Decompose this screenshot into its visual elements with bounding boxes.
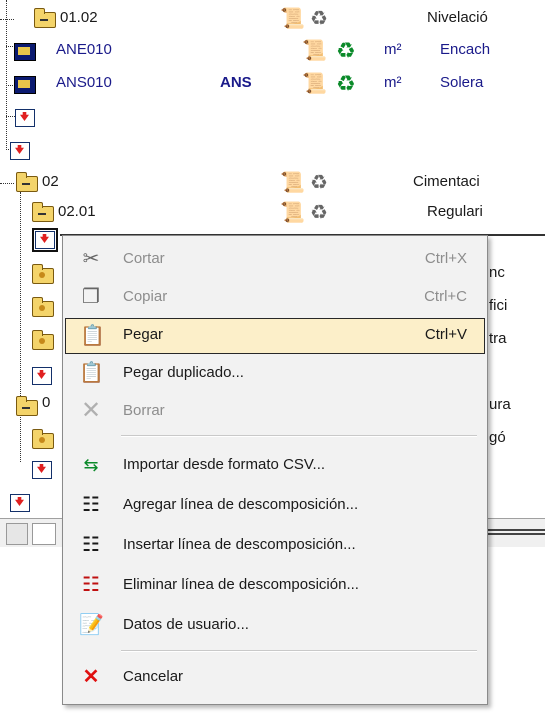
menu-separator: [121, 650, 477, 652]
folder-icon: [16, 396, 38, 416]
menu-item-label: Borrar: [123, 402, 165, 419]
new-item-icon: [15, 109, 35, 127]
tree-row[interactable]: 02 📜 ♻ Cimentaci: [0, 170, 545, 196]
tree-row[interactable]: ANE010 📜 ♻ m² Encach: [0, 38, 545, 64]
menu-item-label: Pegar duplicado...: [123, 364, 244, 381]
folder-icon: [32, 297, 54, 317]
row-description: Regulari: [427, 203, 483, 220]
menu-item-label: Cancelar: [123, 668, 184, 685]
scroll-icon: 📜: [280, 172, 305, 194]
menu-item-cancelar[interactable]: ✕ Cancelar: [65, 660, 485, 696]
tree-row[interactable]: 02.01 📜 ♻ Regulari: [0, 200, 545, 226]
splitter-handle[interactable]: [480, 529, 545, 535]
row-code: ANE010: [56, 41, 112, 58]
menu-item-label: Pegar: [123, 326, 164, 343]
row-code: 02: [42, 173, 59, 190]
tree-row[interactable]: ANS010 ANS 📜 ♻ m² Solera: [0, 71, 545, 97]
remove-line-icon: ☷: [82, 574, 100, 596]
paste-icon: 📋: [80, 325, 105, 347]
row-unit: m²: [384, 74, 402, 91]
scroll-icon: 📜: [280, 202, 305, 224]
folder-icon: [16, 172, 38, 192]
new-item-icon: [10, 142, 30, 160]
row-description-fragment: fici: [489, 297, 508, 314]
menu-item-eliminar-linea[interactable]: ☷ Eliminar línea de descomposición...: [65, 568, 485, 604]
menu-item-copiar[interactable]: ❐ Copiar Ctrl+C: [65, 280, 485, 316]
row-code: 02.01: [58, 203, 96, 220]
menu-item-shortcut: Ctrl+C: [424, 288, 467, 305]
insert-line-icon: ☷: [82, 534, 100, 556]
menu-item-cortar[interactable]: ✂ Cortar Ctrl+X: [65, 242, 485, 278]
paste-duplicate-icon: 📋: [79, 362, 104, 384]
folder-icon: [32, 429, 54, 449]
row-description: Nivelació: [427, 9, 488, 26]
scissors-icon: ✂: [82, 248, 100, 270]
menu-item-label: Importar desde formato CSV...: [123, 456, 326, 473]
row-code: 01.02: [60, 9, 98, 26]
new-item-icon: [35, 231, 55, 249]
row-abbreviation: ANS: [220, 74, 252, 91]
menu-item-label: Cortar: [123, 250, 165, 267]
add-line-icon: ☷: [82, 494, 100, 516]
folder-icon: [32, 330, 54, 350]
unit-cost-icon: [14, 76, 36, 94]
row-description: Cimentaci: [413, 173, 480, 190]
tree-connector: [20, 192, 21, 462]
folder-icon: [34, 8, 56, 28]
unit-cost-icon: [14, 43, 36, 61]
user-data-icon: 📝: [79, 614, 104, 636]
tree-connector: [0, 183, 14, 184]
menu-item-datos-usuario[interactable]: 📝 Datos de usuario...: [65, 608, 485, 644]
import-csv-icon: ⇆: [83, 455, 99, 475]
menu-item-borrar[interactable]: ✕ Borrar: [65, 394, 485, 430]
tree-row-empty[interactable]: [0, 104, 545, 130]
row-description-fragment: tra: [489, 330, 507, 347]
cancel-icon: ✕: [82, 666, 100, 688]
menu-item-pegar-duplicado[interactable]: 📋 Pegar duplicado...: [65, 356, 485, 392]
new-item-icon: [10, 494, 30, 512]
row-unit: m²: [384, 41, 402, 58]
row-description-fragment: nc: [489, 264, 505, 281]
row-description: Solera: [440, 74, 484, 91]
row-description-fragment: ura: [489, 396, 511, 413]
tree-row-empty[interactable]: [0, 137, 545, 163]
menu-item-label: Agregar línea de descomposición...: [123, 496, 359, 513]
panel-button[interactable]: [32, 523, 56, 545]
tree-row[interactable]: 01.02 📜 ♻ Nivelació: [0, 6, 545, 32]
menu-item-label: Insertar línea de descomposición...: [123, 536, 356, 553]
recycle-icon: ♻: [310, 172, 328, 194]
folder-icon: [32, 202, 54, 222]
new-item-icon: [32, 461, 52, 479]
context-menu: ✂ Cortar Ctrl+X ❐ Copiar Ctrl+C 📋 Pegar …: [62, 235, 488, 705]
scroll-icon: 📜: [280, 8, 305, 30]
recycle-icon: ♻: [336, 71, 356, 96]
folder-icon: [32, 264, 54, 284]
selected-new-item[interactable]: [32, 228, 58, 252]
menu-item-shortcut: Ctrl+V: [424, 326, 467, 343]
recycle-icon: ♻: [336, 38, 356, 63]
delete-x-icon: ✕: [80, 397, 102, 424]
panel-button[interactable]: [6, 523, 28, 545]
menu-separator: [121, 435, 477, 437]
menu-item-shortcut: Ctrl+X: [424, 250, 467, 267]
cost-scroll-icon: 📜: [302, 73, 327, 95]
menu-item-insertar-linea[interactable]: ☷ Insertar línea de descomposición...: [65, 528, 485, 564]
copy-icon: ❐: [82, 286, 100, 308]
menu-item-importar-csv[interactable]: ⇆ Importar desde formato CSV...: [65, 448, 485, 484]
row-description: Encach: [440, 41, 491, 58]
row-description-fragment: gó: [489, 429, 506, 446]
cost-scroll-icon: 📜: [302, 40, 327, 62]
menu-item-label: Copiar: [123, 288, 168, 305]
menu-item-pegar[interactable]: 📋 Pegar Ctrl+V: [65, 318, 485, 354]
tree-connector: [0, 19, 14, 20]
new-item-icon: [32, 367, 52, 385]
row-code-partial: 0: [42, 394, 51, 411]
recycle-icon: ♻: [310, 8, 328, 30]
recycle-icon: ♻: [310, 202, 328, 224]
menu-item-label: Eliminar línea de descomposición...: [123, 576, 359, 593]
row-code: ANS010: [56, 74, 112, 91]
menu-item-agregar-linea[interactable]: ☷ Agregar línea de descomposición...: [65, 488, 485, 524]
menu-item-label: Datos de usuario...: [123, 616, 249, 633]
